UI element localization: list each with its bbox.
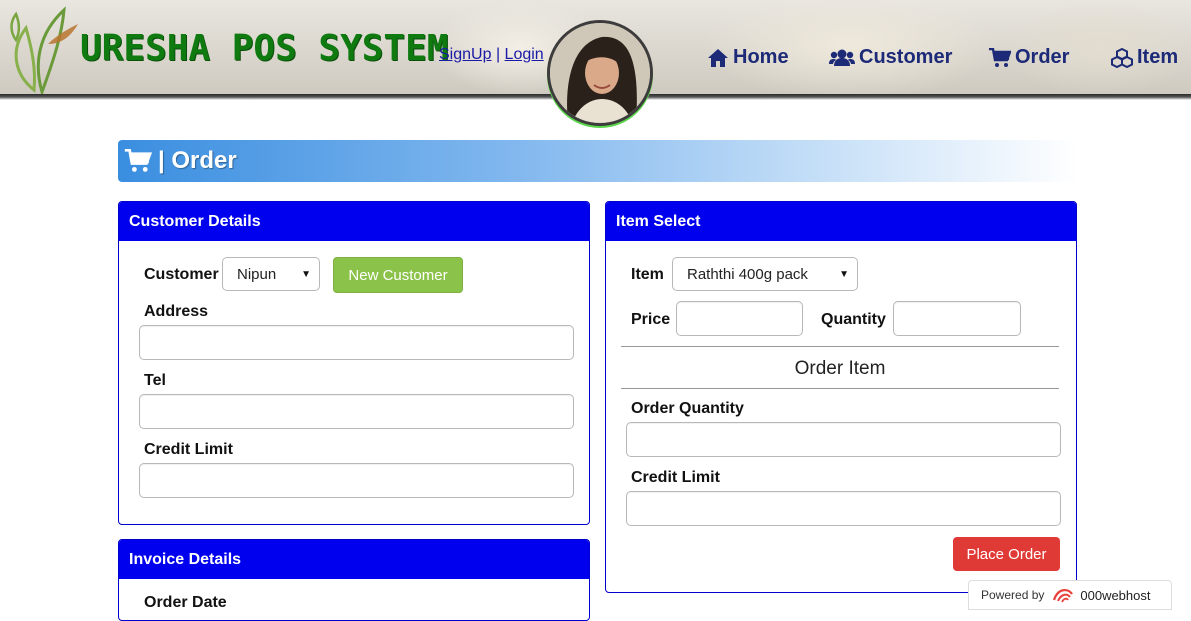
quantity-input[interactable]: [893, 301, 1021, 336]
signup-link[interactable]: SignUp: [439, 46, 491, 63]
nav-order[interactable]: Order: [989, 46, 1069, 69]
item-select[interactable]: Raththi 400g pack ▼: [672, 257, 858, 291]
credit-limit-input[interactable]: [139, 463, 574, 498]
tel-input[interactable]: [139, 394, 574, 429]
webhost-name: 000webhost: [1080, 587, 1151, 603]
divider: [621, 388, 1059, 389]
item-credit-limit-input[interactable]: [626, 491, 1061, 526]
chevron-down-icon: ▼: [301, 269, 311, 280]
customer-label: Customer: [144, 266, 219, 283]
price-label: Price: [631, 311, 671, 328]
webhost-logo-icon: [1053, 588, 1074, 603]
item-label: Item: [631, 266, 664, 283]
customer-details-heading: Customer Details: [119, 202, 589, 241]
item-select-panel: Item Select Item Raththi 400g pack ▼ Pri…: [605, 201, 1077, 593]
customer-select-value: Nipun: [237, 265, 277, 283]
item-select-heading: Item Select: [606, 202, 1076, 241]
order-quantity-input[interactable]: [626, 422, 1061, 457]
nav-home-label: Home: [733, 46, 789, 68]
page-title: | Order: [118, 140, 1078, 182]
tel-label: Tel: [144, 372, 166, 389]
customer-select[interactable]: Nipun ▼: [222, 257, 320, 291]
nav-customer[interactable]: Customer: [829, 46, 952, 69]
customer-details-panel: Customer Details Customer Nipun ▼ New Cu…: [118, 201, 590, 525]
item-credit-limit-label: Credit Limit: [631, 469, 720, 486]
auth-links: SignUp | Login: [439, 46, 544, 64]
price-input[interactable]: [676, 301, 803, 336]
leaf-logo-icon: [10, 6, 78, 94]
place-order-button[interactable]: Place Order: [953, 537, 1060, 571]
credit-limit-label: Credit Limit: [144, 441, 233, 458]
nav-home[interactable]: Home: [707, 46, 789, 69]
nav-order-label: Order: [1015, 46, 1070, 68]
address-label: Address: [144, 303, 209, 320]
chevron-down-icon: ▼: [839, 269, 849, 280]
powered-by-text: Powered by: [981, 588, 1045, 602]
page-title-text: | Order: [158, 147, 237, 174]
invoice-details-heading: Invoice Details: [119, 540, 589, 579]
users-icon: [829, 49, 855, 66]
brand-title: URESHA POS SYSTEM: [80, 28, 449, 69]
nav-item-label: Item: [1137, 46, 1179, 68]
auth-separator: |: [495, 46, 501, 63]
order-item-heading: Order Item: [794, 358, 886, 379]
address-input[interactable]: [139, 325, 574, 360]
order-quantity-label: Order Quantity: [631, 400, 744, 417]
login-link[interactable]: Login: [505, 46, 544, 63]
order-date-label: Order Date: [144, 594, 227, 611]
nav-item[interactable]: Item: [1111, 46, 1178, 69]
powered-by-badge[interactable]: Powered by 000webhost: [968, 580, 1172, 610]
user-photo-icon: [550, 23, 650, 123]
new-customer-button[interactable]: New Customer: [333, 257, 463, 293]
home-icon: [708, 48, 728, 67]
quantity-label: Quantity: [821, 311, 886, 328]
nav-customer-label: Customer: [859, 46, 953, 68]
invoice-details-panel: Invoice Details Order Date: [118, 539, 590, 621]
cart-icon: [124, 149, 152, 172]
item-select-value: Raththi 400g pack: [687, 265, 808, 283]
divider: [621, 346, 1059, 347]
avatar: [547, 20, 653, 126]
cubes-icon: [1111, 47, 1133, 68]
cart-icon: [989, 47, 1011, 67]
